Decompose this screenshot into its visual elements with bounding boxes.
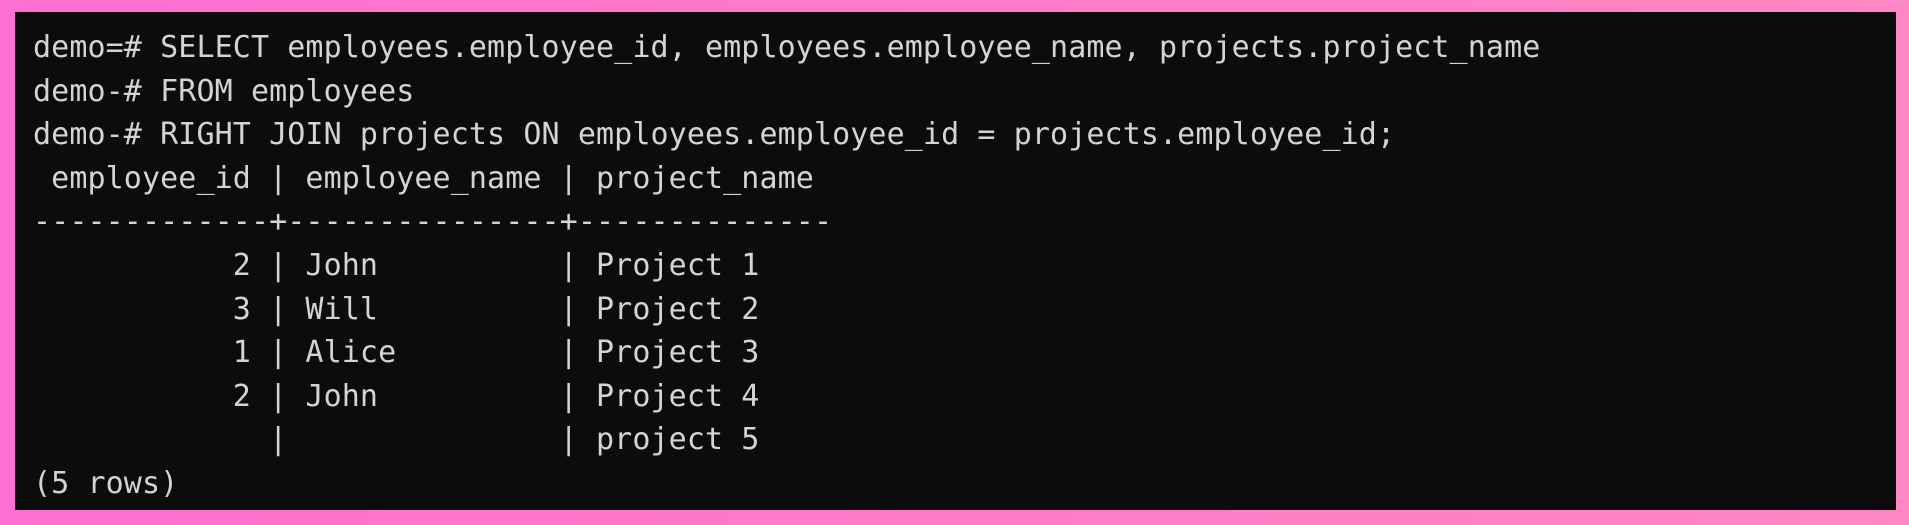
sql-prompt-line-from: demo-# FROM employees [33, 73, 415, 109]
sql-prompt-line-select: demo=# SELECT employees.employee_id, emp… [33, 30, 1541, 65]
result-row: 2 | John | Project 1 [33, 247, 760, 283]
row-count: (5 rows) [33, 465, 179, 501]
result-separator: -------------+---------------+----------… [33, 204, 833, 240]
terminal-window[interactable]: demo=# SELECT employees.employee_id, emp… [15, 12, 1896, 510]
result-row: | | project 5 [33, 422, 760, 458]
result-header: employee_id | employee_name | project_na… [33, 160, 814, 196]
result-row: 1 | Alice | Project 3 [33, 335, 760, 371]
sql-prompt-line-join: demo-# RIGHT JOIN projects ON employees.… [33, 117, 1396, 153]
result-row: 2 | John | Project 4 [33, 378, 760, 414]
result-row: 3 | Will | Project 2 [33, 291, 760, 327]
